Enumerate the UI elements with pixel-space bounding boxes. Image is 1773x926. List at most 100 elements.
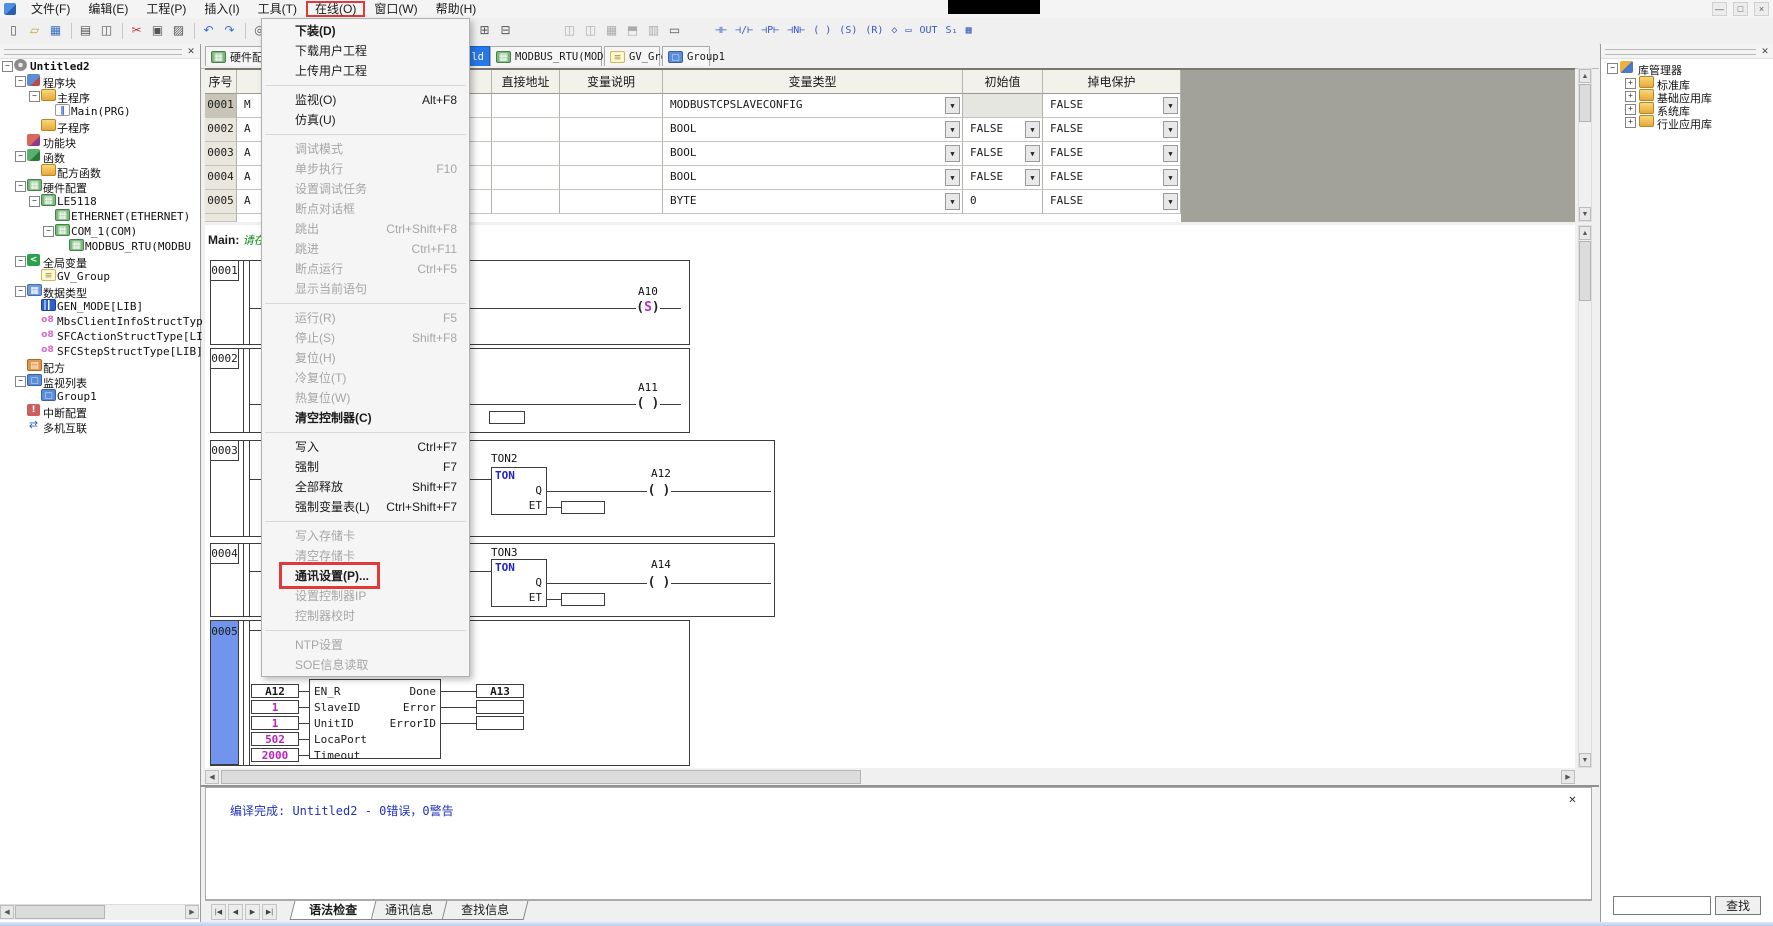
network-number[interactable]: 0002 bbox=[211, 349, 239, 369]
copy-icon[interactable]: ▣ bbox=[148, 21, 167, 40]
window-tile-icon[interactable]: ◫ bbox=[581, 21, 600, 40]
compile-all-icon[interactable]: ⊟ bbox=[496, 21, 515, 40]
contact-no-icon[interactable]: ⊣⊢ bbox=[712, 21, 730, 40]
row-no-cell[interactable]: 0003 bbox=[205, 142, 237, 166]
menu-item-download[interactable]: 下装(D) bbox=[262, 21, 469, 41]
row-no-cell[interactable]: 0004 bbox=[205, 166, 237, 190]
panel-grip[interactable] bbox=[4, 49, 182, 55]
type-cell[interactable]: MODBUSTCPSLAVECONFIG ▼ bbox=[663, 94, 963, 118]
retain-cell[interactable]: FALSE ▼ bbox=[1043, 190, 1181, 214]
minimize-button[interactable]: — bbox=[1712, 2, 1727, 16]
menu-item-clear-controller[interactable]: 清空控制器(C) bbox=[262, 408, 469, 428]
tree-item-watch-list[interactable]: − ▢ 监视列表 bbox=[0, 373, 200, 390]
output-value-box[interactable]: A13 bbox=[476, 684, 524, 698]
tab-first-icon[interactable]: |◀ bbox=[211, 904, 226, 920]
dropdown-icon[interactable]: ▼ bbox=[1163, 121, 1178, 138]
tree-item-sfcaction-struct[interactable]: o8 SFCActionStructType[LI bbox=[0, 328, 202, 343]
tree-item-main-prg[interactable]: ‖ Main(PRG) bbox=[0, 103, 200, 118]
collapse-icon[interactable]: − bbox=[15, 286, 26, 297]
menu-window[interactable]: 窗口(W) bbox=[365, 1, 426, 17]
cut-icon[interactable]: ✂ bbox=[127, 21, 146, 40]
et-output-box[interactable] bbox=[561, 501, 605, 514]
collapse-icon[interactable]: − bbox=[15, 181, 26, 192]
output-value-box[interactable] bbox=[476, 700, 524, 714]
ladder-hscrollbar[interactable]: ◀ ▶ bbox=[205, 770, 1575, 786]
retain-cell[interactable]: FALSE ▼ bbox=[1043, 166, 1181, 190]
tab-group1[interactable]: ▢ Group1 bbox=[662, 46, 725, 66]
network-number-selected[interactable]: 0005 bbox=[211, 621, 239, 765]
project-panel-close-icon[interactable]: ✕ bbox=[185, 45, 197, 57]
input-value-box[interactable]: 2000 bbox=[251, 748, 299, 762]
row-no-cell[interactable]: 0005 bbox=[205, 190, 237, 214]
menu-tools[interactable]: 工具(T) bbox=[249, 1, 306, 17]
row-no-cell[interactable]: 0001 bbox=[205, 94, 237, 118]
menu-edit[interactable]: 编辑(E) bbox=[79, 1, 137, 17]
undo-icon[interactable]: ↶ bbox=[199, 21, 218, 40]
ton-block[interactable]: TON Q ET bbox=[491, 467, 547, 515]
set-var-icon[interactable]: S₁ bbox=[943, 21, 961, 40]
menu-online[interactable]: 在线(O) bbox=[305, 1, 366, 17]
description-cell[interactable] bbox=[560, 94, 663, 118]
tree-item-recipe[interactable]: ▤ 配方 bbox=[0, 358, 200, 375]
set-coil[interactable]: (S) bbox=[636, 300, 660, 316]
modbus-function-block[interactable]: EN_R SlaveID UnitID LocaPort Timeout Don… bbox=[309, 679, 441, 762]
tree-item-global-variables[interactable]: − < 全局变量 bbox=[0, 253, 200, 270]
tree-item-group1[interactable]: ▢ Group1 bbox=[0, 388, 200, 403]
input-value-box[interactable]: 1 bbox=[251, 700, 299, 714]
tree-item-library-manager[interactable]: − 库管理器 bbox=[1601, 60, 1773, 77]
tree-item-modbus-rtu[interactable]: ▦ MODBUS_RTU(MODBU bbox=[0, 238, 200, 253]
description-cell[interactable] bbox=[560, 190, 663, 214]
tree-item-com1[interactable]: − ▦ COM_1(COM) bbox=[0, 223, 200, 238]
coil-reset-icon[interactable]: (R) bbox=[862, 21, 886, 40]
et-output-box[interactable] bbox=[561, 593, 605, 606]
menu-item-release-all[interactable]: 全部释放 Shift+F7 bbox=[262, 477, 469, 497]
dropdown-icon[interactable]: ▼ bbox=[1025, 145, 1040, 162]
address-cell[interactable] bbox=[492, 118, 560, 142]
branch-icon[interactable]: ◇ bbox=[888, 21, 900, 40]
project-tree-hscrollbar[interactable]: ◀ ▶ bbox=[0, 904, 199, 920]
scroll-left-icon[interactable]: ◀ bbox=[205, 770, 219, 784]
tree-item-interrupt-config[interactable]: ! 中断配置 bbox=[0, 403, 200, 420]
dropdown-icon[interactable]: ▼ bbox=[1163, 169, 1178, 186]
tab-find-info[interactable]: 查找信息 bbox=[441, 901, 529, 920]
type-cell[interactable]: BOOL ▼ bbox=[663, 166, 963, 190]
dropdown-icon[interactable]: ▼ bbox=[945, 121, 960, 138]
open-icon[interactable]: ▱ bbox=[25, 21, 44, 40]
paste-icon[interactable]: ▨ bbox=[169, 21, 188, 40]
grid-icon[interactable]: ▦ bbox=[963, 21, 975, 40]
ladder-vscrollbar[interactable]: ▲ ▼ bbox=[1578, 225, 1592, 768]
coil[interactable]: ( ) bbox=[647, 575, 671, 591]
maximize-button[interactable]: □ bbox=[1733, 2, 1748, 16]
network-number[interactable]: 0003 bbox=[211, 441, 239, 461]
print-preview-icon[interactable]: ◫ bbox=[97, 21, 116, 40]
tab-last-icon[interactable]: ▶| bbox=[262, 904, 277, 920]
output-close-icon[interactable]: ✕ bbox=[1566, 794, 1579, 807]
out-icon[interactable]: OUT bbox=[916, 21, 940, 40]
address-cell[interactable] bbox=[492, 190, 560, 214]
retain-cell[interactable]: FALSE ▼ bbox=[1043, 142, 1181, 166]
collapse-icon[interactable]: − bbox=[1607, 63, 1618, 74]
menu-help[interactable]: 帮助(H) bbox=[427, 1, 486, 17]
tree-item-mbsclient-struct[interactable]: o8 MbsClientInfoStructTyp bbox=[0, 313, 202, 328]
dropdown-icon[interactable]: ▼ bbox=[1025, 121, 1040, 138]
tree-item-untitled2[interactable]: − Untitled2 bbox=[0, 58, 200, 73]
tree-item-functions[interactable]: − 函数 bbox=[0, 148, 200, 165]
dropdown-icon[interactable]: ▼ bbox=[1163, 193, 1178, 210]
et-output-box[interactable] bbox=[489, 411, 525, 424]
find-button[interactable]: 查找 bbox=[1715, 896, 1761, 915]
tree-item-data-types[interactable]: − ▦ 数据类型 bbox=[0, 283, 200, 300]
scroll-right-icon[interactable]: ▶ bbox=[185, 905, 199, 919]
collapse-icon[interactable]: − bbox=[15, 256, 26, 267]
type-cell[interactable]: BOOL ▼ bbox=[663, 118, 963, 142]
dropdown-icon[interactable]: ▼ bbox=[945, 145, 960, 162]
collapse-icon[interactable]: − bbox=[43, 226, 54, 237]
address-cell[interactable] bbox=[492, 166, 560, 190]
monitor-icon[interactable]: ▭ bbox=[665, 21, 684, 40]
dropdown-icon[interactable]: ▼ bbox=[945, 97, 960, 114]
tree-item-main-program[interactable]: − 主程序 bbox=[0, 88, 200, 105]
menu-project[interactable]: 工程(P) bbox=[137, 1, 195, 17]
tree-item-le5118[interactable]: − ▦ LE5118 bbox=[0, 193, 200, 208]
compile-icon[interactable]: ⊞ bbox=[475, 21, 494, 40]
tree-item-gv-group[interactable]: ≡ GV_Group bbox=[0, 268, 200, 283]
panel-grip[interactable] bbox=[1605, 49, 1756, 55]
